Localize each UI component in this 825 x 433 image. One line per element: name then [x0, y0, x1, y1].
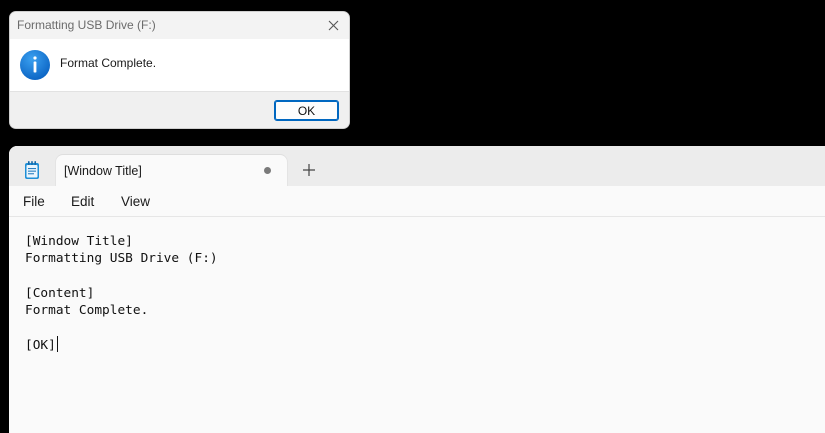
close-icon	[328, 20, 338, 31]
notepad-icon	[25, 161, 39, 179]
dialog-titlebar[interactable]: Formatting USB Drive (F:)	[10, 12, 349, 39]
dialog-title: Formatting USB Drive (F:)	[17, 18, 156, 32]
text-editor[interactable]: [Window Title] Formatting USB Drive (F:)…	[9, 217, 825, 433]
editor-line: [OK]	[25, 338, 56, 354]
editor-line: [Window Title]	[25, 234, 133, 249]
tab-strip: [Window Title]	[9, 146, 825, 186]
desktop-screen: Formatting USB Drive (F:) Format Complet…	[0, 0, 825, 433]
notepad-window: [Window Title] File Edit View [Window Ti…	[9, 146, 825, 433]
dialog-close-button[interactable]	[322, 15, 344, 36]
format-complete-dialog: Formatting USB Drive (F:) Format Complet…	[9, 11, 350, 129]
ok-button[interactable]: OK	[274, 100, 339, 121]
dialog-message: Format Complete.	[60, 56, 157, 70]
tab-label: [Window Title]	[64, 164, 142, 178]
menu-view[interactable]: View	[121, 194, 150, 209]
editor-line: Format Complete.	[25, 302, 149, 318]
unsaved-dot-icon[interactable]	[264, 167, 271, 174]
plus-icon[interactable]	[301, 162, 317, 178]
menu-file[interactable]: File	[23, 194, 45, 209]
editor-line: [Content]	[25, 285, 95, 301]
info-icon	[20, 50, 50, 80]
editor-text[interactable]: [Window Title] Formatting USB Drive (F:)…	[25, 233, 218, 354]
tab-window-title[interactable]: [Window Title]	[56, 155, 287, 186]
menu-edit[interactable]: Edit	[71, 194, 94, 209]
dialog-body: Format Complete.	[10, 39, 349, 91]
dialog-footer: OK	[10, 91, 349, 128]
editor-line: Formatting USB Drive (F:)	[25, 251, 218, 267]
text-caret	[56, 336, 58, 353]
menu-bar: File Edit View	[9, 186, 825, 217]
